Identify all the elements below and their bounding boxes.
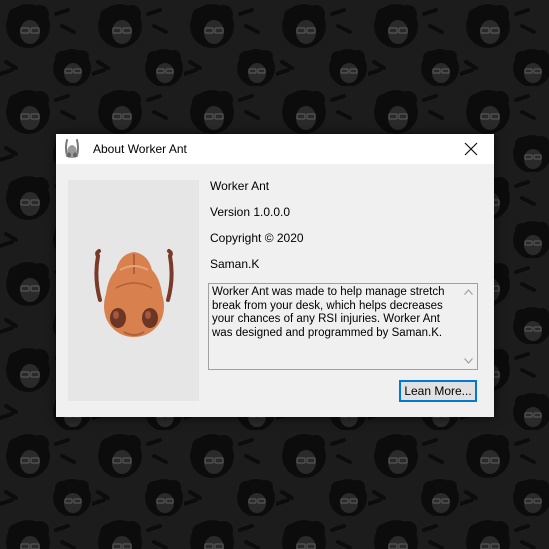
scroll-up-arrow-icon[interactable] (464, 289, 473, 295)
about-dialog: About Worker Ant Worker Ant Version 1.0.… (56, 134, 494, 417)
close-button[interactable] (448, 134, 494, 164)
description-textbox[interactable]: Worker Ant was made to help manage stret… (208, 283, 478, 370)
product-name-label: Worker Ant (210, 179, 270, 193)
learn-more-button[interactable]: Lean More... (399, 380, 477, 402)
logo-panel (68, 180, 199, 401)
ant-head-logo (94, 249, 174, 337)
copyright-label: Copyright © 2020 (210, 231, 304, 245)
close-icon (464, 142, 478, 156)
vertical-scrollbar[interactable] (460, 284, 477, 369)
description-text: Worker Ant was made to help manage stret… (212, 286, 445, 339)
learn-more-button-label: Lean More... (404, 384, 472, 398)
version-label: Version 1.0.0.0 (210, 205, 291, 219)
title-bar[interactable]: About Worker Ant (56, 134, 494, 164)
scroll-down-arrow-icon[interactable] (464, 358, 473, 364)
dialog-title: About Worker Ant (93, 142, 187, 156)
company-label: Saman.K (210, 257, 260, 271)
worker-ant-icon (65, 139, 79, 158)
dialog-content: Worker Ant Version 1.0.0.0 Copyright © 2… (56, 164, 494, 417)
